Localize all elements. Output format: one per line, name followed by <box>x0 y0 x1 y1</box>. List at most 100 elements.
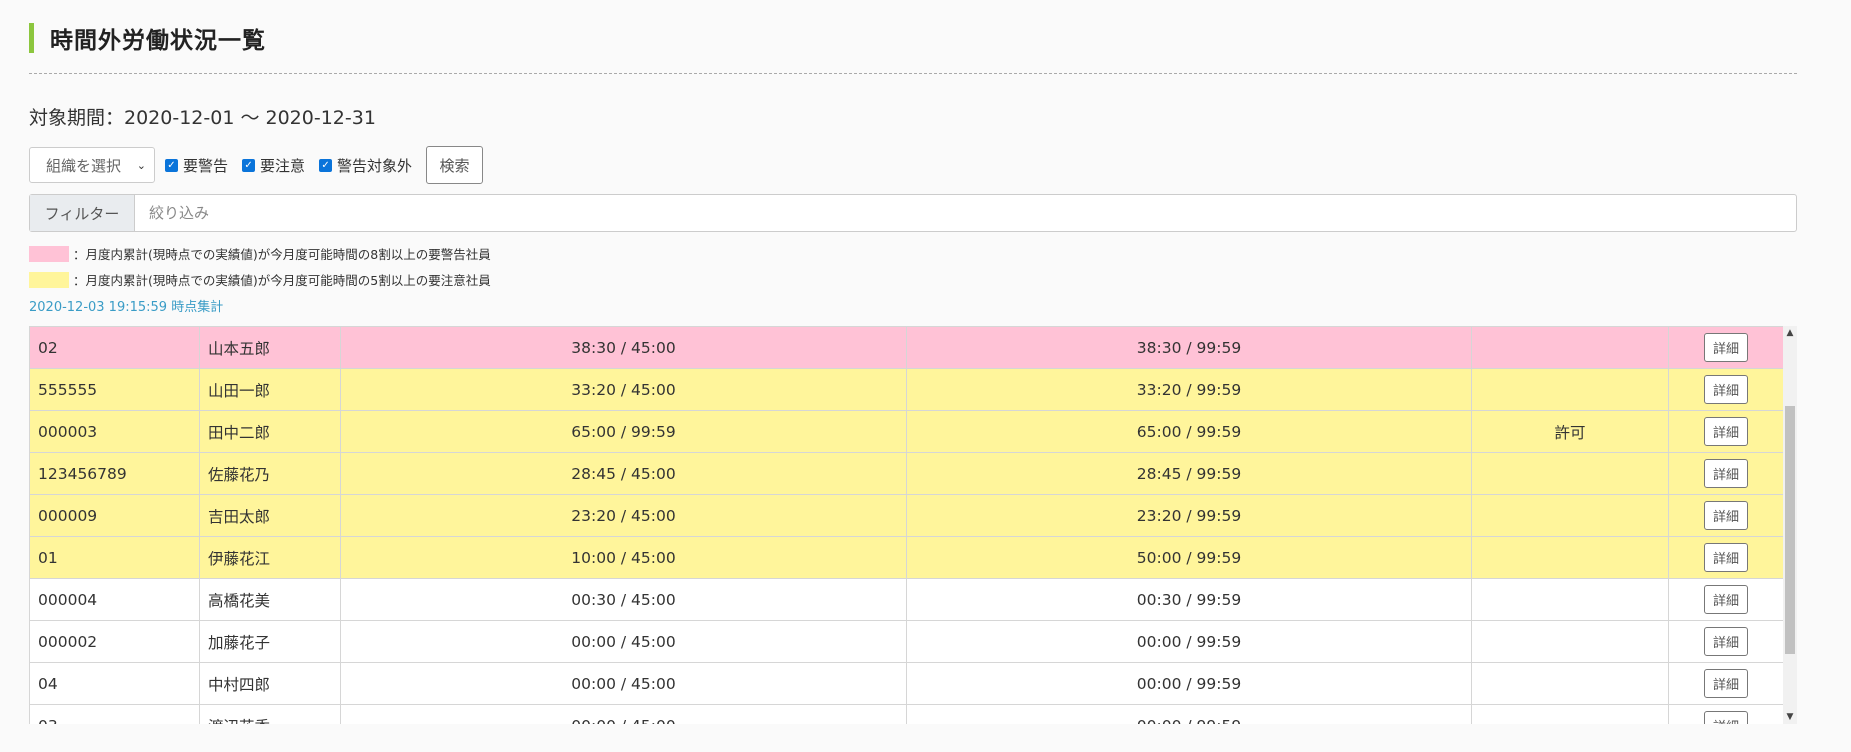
table-row: 555555 山田一郎 33:20 / 45:00 33:20 / 99:59 詳細 <box>29 368 1784 411</box>
overtime-table-container[interactable]: 02 山本五郎 38:30 / 45:00 38:30 / 99:59 詳細 555555… <box>29 326 1797 724</box>
status-cell <box>1471 536 1669 579</box>
legend-caution: ：月度内累計(現時点での実績値)が今月度可能時間の5割以上の要注意社員 <box>29 270 491 289</box>
detail-button[interactable]: 詳細 <box>1704 333 1748 362</box>
employee-id-cell: 02 <box>29 326 200 369</box>
yearly-hours-cell: 00:00 / 99:59 <box>906 662 1472 705</box>
legend-pink-swatch <box>29 245 69 262</box>
legend-yellow-swatch <box>29 271 69 288</box>
checkbox-checked-icon[interactable]: ✓ <box>165 158 178 172</box>
detail-button[interactable]: 詳細 <box>1704 669 1748 698</box>
table-row: 03渡辺花香00:00 / 45:0000:00 / 99:59 詳細 <box>29 704 1784 724</box>
yearly-hours-cell: 50:00 / 99:59 <box>906 536 1472 579</box>
detail-button[interactable]: 詳細 <box>1704 417 1748 446</box>
action-cell: 詳細 <box>1668 368 1784 411</box>
aggregation-timestamp: 2020-12-03 19:15:59 時点集計 <box>29 300 224 315</box>
employee-name-cell: 山田一郎 <box>199 368 341 411</box>
employee-id-cell: 03 <box>29 704 200 724</box>
table-row: 000003 田中二郎 65:00 / 99:59 65:00 / 99:59 許可 詳細 <box>29 410 1784 453</box>
yearly-hours-cell: 38:30 / 99:59 <box>906 326 1472 369</box>
chevron-down-icon: ⌄ <box>136 158 146 172</box>
table-row: 01 伊藤花江 10:00 / 45:00 50:00 / 99:59 詳細 <box>29 536 1784 579</box>
action-cell: 詳細 <box>1668 494 1784 537</box>
employee-name-cell: 加藤花子 <box>199 620 341 663</box>
yearly-hours-cell: 65:00 / 99:59 <box>906 410 1472 453</box>
employee-id-cell: 000003 <box>29 410 200 453</box>
filter-input[interactable] <box>135 195 1796 231</box>
monthly-hours-cell: 10:00 / 45:00 <box>340 536 907 579</box>
status-cell <box>1471 326 1669 369</box>
employee-id-cell: 04 <box>29 662 200 705</box>
header-divider <box>29 73 1797 74</box>
employee-id-cell: 000002 <box>29 620 200 663</box>
scroll-down-icon[interactable]: ▼ <box>1783 712 1797 722</box>
checkbox-label: 警告対象外 <box>337 156 413 175</box>
legend-caution-text: ：月度内累計(現時点での実績値)が今月度可能時間の5割以上の要注意社員 <box>73 273 491 288</box>
checkbox-checked-icon[interactable]: ✓ <box>242 158 256 172</box>
detail-button[interactable]: 詳細 <box>1704 459 1748 488</box>
action-cell: 詳細 <box>1668 620 1784 663</box>
yearly-hours-cell: 23:20 / 99:59 <box>906 494 1472 537</box>
legend-warning: ：月度内累計(現時点での実績値)が今月度可能時間の8割以上の要警告社員 <box>29 244 491 263</box>
table-row: 000004 高橋花美 00:30 / 45:00 00:30 / 99:59 詳細 <box>29 578 1784 621</box>
detail-button[interactable]: 詳細 <box>1704 375 1748 404</box>
table-row: 123456789 佐藤花乃 28:45 / 45:00 28:45 / 99:59 詳… <box>29 452 1784 495</box>
period-text: 対象期間：2020-12-01 〜 2020-12-31 <box>29 107 376 129</box>
monthly-hours-cell: 00:00 / 45:00 <box>340 620 907 663</box>
status-cell <box>1471 578 1669 621</box>
employee-name-cell: 高橋花美 <box>199 578 341 621</box>
yearly-hours-cell: 33:20 / 99:59 <box>906 368 1472 411</box>
employee-id-cell: 000004 <box>29 578 200 621</box>
monthly-hours-cell: 65:00 / 99:59 <box>340 410 907 453</box>
status-cell <box>1471 704 1669 724</box>
employee-name-cell: 山本五郎 <box>199 326 341 369</box>
table-scrollbar[interactable]: ▲ ▼ <box>1783 326 1797 724</box>
monthly-hours-cell: 33:20 / 45:00 <box>340 368 907 411</box>
employee-name-cell: 佐藤花乃 <box>199 452 341 495</box>
org-select[interactable]: 組織を選択 ⌄ <box>29 147 155 183</box>
action-cell: 詳細 <box>1668 410 1784 453</box>
filter-label: フィルター <box>30 195 135 231</box>
yearly-hours-cell: 00:00 / 99:59 <box>906 704 1472 724</box>
monthly-hours-cell: 00:00 / 45:00 <box>340 704 907 724</box>
table-row: 04 中村四郎 00:00 / 45:00 00:00 / 99:59 詳細 <box>29 662 1784 705</box>
employee-id-cell: 000009 <box>29 494 200 537</box>
action-cell: 詳細 <box>1668 704 1784 724</box>
page-title: 時間外労働状況一覧 <box>50 28 266 54</box>
employee-id-cell: 123456789 <box>29 452 200 495</box>
checkbox-label: 要警告 <box>183 156 229 175</box>
monthly-hours-cell: 23:20 / 45:00 <box>340 494 907 537</box>
monthly-hours-cell: 00:30 / 45:00 <box>340 578 907 621</box>
detail-button[interactable]: 詳細 <box>1704 543 1748 572</box>
action-cell: 詳細 <box>1668 662 1784 705</box>
filter-toolbar: 組織を選択 ⌄ ✓ 要警告 ✓ 要注意 ✓ 警告対象外 検索 <box>29 146 484 184</box>
action-cell: 詳細 <box>1668 326 1784 369</box>
action-cell: 詳細 <box>1668 578 1784 621</box>
detail-button[interactable]: 詳細 <box>1704 585 1748 614</box>
employee-id-cell: 555555 <box>29 368 200 411</box>
checkbox-warning[interactable]: ✓ 要警告 <box>165 155 228 176</box>
detail-button[interactable]: 詳細 <box>1704 501 1748 530</box>
checkbox-checked-icon[interactable]: ✓ <box>319 158 333 172</box>
title-accent-bar <box>29 23 34 53</box>
scroll-up-icon[interactable]: ▲ <box>1783 328 1797 338</box>
action-cell: 詳細 <box>1668 452 1784 495</box>
yearly-hours-cell: 28:45 / 99:59 <box>906 452 1472 495</box>
employee-name-cell: 渡辺花香 <box>199 704 341 724</box>
status-cell <box>1471 620 1669 663</box>
checkbox-excluded[interactable]: ✓ 警告対象外 <box>319 155 412 176</box>
page-header: 時間外労働状況一覧 <box>29 22 266 54</box>
detail-button[interactable]: 詳細 <box>1704 627 1748 656</box>
yearly-hours-cell: 00:00 / 99:59 <box>906 620 1472 663</box>
employee-id-cell: 01 <box>29 536 200 579</box>
employee-name-cell: 田中二郎 <box>199 410 341 453</box>
checkbox-caution[interactable]: ✓ 要注意 <box>242 155 305 176</box>
status-cell: 許可 <box>1471 410 1669 453</box>
status-cell <box>1471 494 1669 537</box>
detail-button[interactable]: 詳細 <box>1704 711 1748 724</box>
search-button[interactable]: 検索 <box>426 146 484 184</box>
scrollbar-thumb[interactable] <box>1785 406 1795 654</box>
monthly-hours-cell: 28:45 / 45:00 <box>340 452 907 495</box>
employee-name-cell: 伊藤花江 <box>199 536 341 579</box>
table-row: 000002 加藤花子 00:00 / 45:00 00:00 / 99:59 詳細 <box>29 620 1784 663</box>
legend-warning-text: ：月度内累計(現時点での実績値)が今月度可能時間の8割以上の要警告社員 <box>73 247 491 262</box>
